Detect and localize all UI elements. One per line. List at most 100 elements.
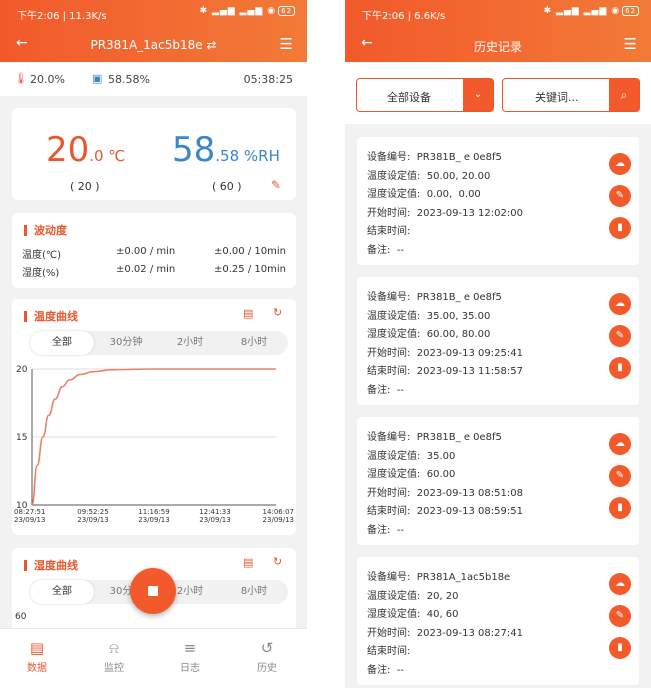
table-icon[interactable]: ▤ <box>243 307 253 320</box>
x-tick-time: 09:52:25 <box>77 508 108 516</box>
tab-30min[interactable]: 30分钟 <box>94 331 158 355</box>
y-tick-label: 20 <box>16 365 28 375</box>
status-time: 下午2:06 | 6.6K/s <box>362 11 446 22</box>
refresh-icon[interactable]: ↻ <box>273 555 282 568</box>
keyword-input[interactable]: 关键词... <box>535 89 579 105</box>
edit-icon[interactable]: ✎ <box>609 185 631 207</box>
record-line: 结束时间: <box>367 646 411 657</box>
record-line: 温度设定值: 50.00, 20.00 <box>367 170 491 182</box>
record-line: 设备编号: PR381B_ e 0e8f5 <box>367 152 502 163</box>
data-screen: 下午2:06 | 11.3K/s ✱ ▂▄▆ ▂▄▆ ◉ 62 ← PR381A_… <box>0 0 307 688</box>
nav-log[interactable]: ≡ 日志 <box>160 639 220 674</box>
x-tick-time: 14:06:07 <box>263 508 294 516</box>
status-time: 下午2:06 | 11.3K/s <box>17 11 107 22</box>
x-tick-date: 23/09/13 <box>77 516 108 524</box>
page-title: PR381A_1ac5b18e ⇄ <box>90 38 217 52</box>
tab-all[interactable]: 全部 <box>30 580 94 604</box>
delete-icon[interactable]: ▮ <box>609 357 631 379</box>
summary-clock: 05:38:25 <box>243 73 293 86</box>
fluct-temp-10min: ±0.00 / 10min <box>214 246 286 257</box>
menu-icon[interactable]: ☰ <box>624 35 637 53</box>
x-tick-date: 23/09/13 <box>199 516 230 524</box>
humidity-unit: .58 %RH <box>215 147 280 165</box>
temp-curve-title: 温度曲线 <box>24 311 78 322</box>
signal-icons: ✱ ▂▄▆ ▂▄▆ ◉ <box>199 6 277 16</box>
y-tick-label: 15 <box>16 433 27 443</box>
history-icon: ↺ <box>260 639 274 657</box>
reading-card: 20.0 ℃ 58.58 %RH ( 20 ) ( 60 ) ✎ <box>12 108 296 200</box>
fluct-hum-10min: ±0.25 / 10min <box>214 264 286 275</box>
delete-icon[interactable]: ▮ <box>609 217 631 239</box>
record-line: 温度设定值: 20, 20 <box>367 590 459 602</box>
cloud-upload-icon[interactable]: ☁ <box>609 153 631 175</box>
record-line: 备注: -- <box>367 244 404 256</box>
search-icon[interactable]: ⌕ <box>609 79 639 111</box>
record-line: 结束时间: 2023-09-13 11:58:57 <box>367 366 523 377</box>
tab-all[interactable]: 全部 <box>30 331 94 355</box>
device-select-value: 全部设备 <box>387 91 431 104</box>
delete-icon[interactable]: ▮ <box>609 497 631 519</box>
x-tick-time: 11:16:59 <box>138 508 169 516</box>
stop-button[interactable] <box>130 568 176 614</box>
edit-icon[interactable]: ✎ <box>609 325 631 347</box>
edit-icon[interactable]: ✎ <box>609 605 631 627</box>
record-line: 温度设定值: 35.00, 35.00 <box>367 310 491 322</box>
refresh-icon[interactable]: ↻ <box>273 306 282 319</box>
status-bar: 下午2:06 | 11.3K/s ✱ ▂▄▆ ▂▄▆ ◉ 62 <box>0 0 307 22</box>
record-line: 设备编号: PR381B_ e 0e8f5 <box>367 292 502 303</box>
record-line: 备注: -- <box>367 524 404 536</box>
history-record: 设备编号: PR381B_ e 0e8f5 温度设定值: 35.00, 35.00… <box>357 277 639 405</box>
record-line: 开始时间: 2023-09-13 08:51:08 <box>367 487 523 499</box>
bottom-nav: ▤ 数据 ⍾ 监控 ≡ 日志 ↺ 历史 <box>0 628 307 688</box>
record-line: 湿度设定值: 60.00 <box>367 469 456 480</box>
menu-icon[interactable]: ☰ <box>280 35 293 53</box>
temperature-curve-card: 温度曲线 ▤ ↻ 全部 30分钟 2小时 8小时 20 15 10 08:27:51 2… <box>12 299 296 535</box>
table-icon[interactable]: ▤ <box>243 556 253 569</box>
battery-icon: 62 <box>278 6 295 16</box>
x-tick-date: 23/09/13 <box>263 516 294 524</box>
range-tabs: 全部 30分钟 2小时 8小时 <box>30 331 288 355</box>
keyword-search[interactable]: 关键词... ⌕ <box>502 78 640 112</box>
chevron-down-icon[interactable]: ⌄ <box>463 79 493 111</box>
edit-pencil-icon[interactable]: ✎ <box>271 178 281 192</box>
delete-icon[interactable]: ▮ <box>609 637 631 659</box>
record-line: 设备编号: PR381B_ e 0e8f5 <box>367 432 502 443</box>
record-line: 开始时间: 2023-09-13 08:27:41 <box>367 627 523 639</box>
battery-icon: 62 <box>622 6 639 16</box>
summary-humidity: 58.58% <box>108 73 150 86</box>
data-icon: ▤ <box>29 639 45 657</box>
device-select[interactable]: 全部设备 ⌄ <box>356 78 494 112</box>
x-tick-date: 23/09/13 <box>138 516 169 524</box>
edit-icon[interactable]: ✎ <box>609 465 631 487</box>
tab-2h[interactable]: 2小时 <box>158 331 222 355</box>
tab-8h[interactable]: 8小时 <box>222 331 286 355</box>
humidity-reading: 58 <box>172 130 216 170</box>
record-line: 湿度设定值: 60.00, 80.00 <box>367 329 491 340</box>
fluct-temp-min: ±0.00 / min <box>116 246 176 257</box>
history-record: 设备编号: PR381B_ e 0e8f5 温度设定值: 35.00 湿度设定值: … <box>357 417 639 545</box>
temp-reading: 20 <box>46 130 90 170</box>
temp-unit: .0 ℃ <box>89 147 126 165</box>
status-bar: 下午2:06 | 6.6K/s ✱ ▂▄▆ ▂▄▆ ◉ 62 <box>345 0 651 22</box>
nav-monitor[interactable]: ⍾ 监控 <box>84 639 144 674</box>
humidity-icon: ▣ <box>92 72 103 85</box>
record-line: 湿度设定值: 40, 60 <box>367 609 459 620</box>
nav-data[interactable]: ▤ 数据 <box>7 639 67 674</box>
nav-history[interactable]: ↺ 历史 <box>237 639 297 674</box>
record-line: 备注: -- <box>367 384 404 396</box>
record-line: 设备编号: PR381A_1ac5b18e <box>367 572 511 583</box>
fluct-hum-min: ±0.02 / min <box>116 264 176 275</box>
page-title: 历史记录 <box>473 40 522 54</box>
cloud-upload-icon[interactable]: ☁ <box>609 433 631 455</box>
record-line: 结束时间: 2023-09-13 08:59:51 <box>367 506 523 517</box>
x-tick-date: 23/09/13 <box>14 516 45 524</box>
cloud-upload-icon[interactable]: ☁ <box>609 573 631 595</box>
tab-8h[interactable]: 8小时 <box>222 580 286 604</box>
cloud-upload-icon[interactable]: ☁ <box>609 293 631 315</box>
history-record: 设备编号: PR381B_ e 0e8f5 温度设定值: 50.00, 20.00… <box>357 137 639 265</box>
app-header: 下午2:06 | 11.3K/s ✱ ▂▄▆ ▂▄▆ ◉ 62 ← PR381A_… <box>0 0 307 62</box>
fluct-hum-label: 湿度(%) <box>22 268 60 279</box>
fluctuation-card: 波动度 温度(℃) ±0.00 / min ±0.00 / 10min 湿度(%… <box>12 213 296 288</box>
record-line: 温度设定值: 35.00 <box>367 450 456 462</box>
fluct-temp-label: 温度(℃) <box>22 250 62 261</box>
